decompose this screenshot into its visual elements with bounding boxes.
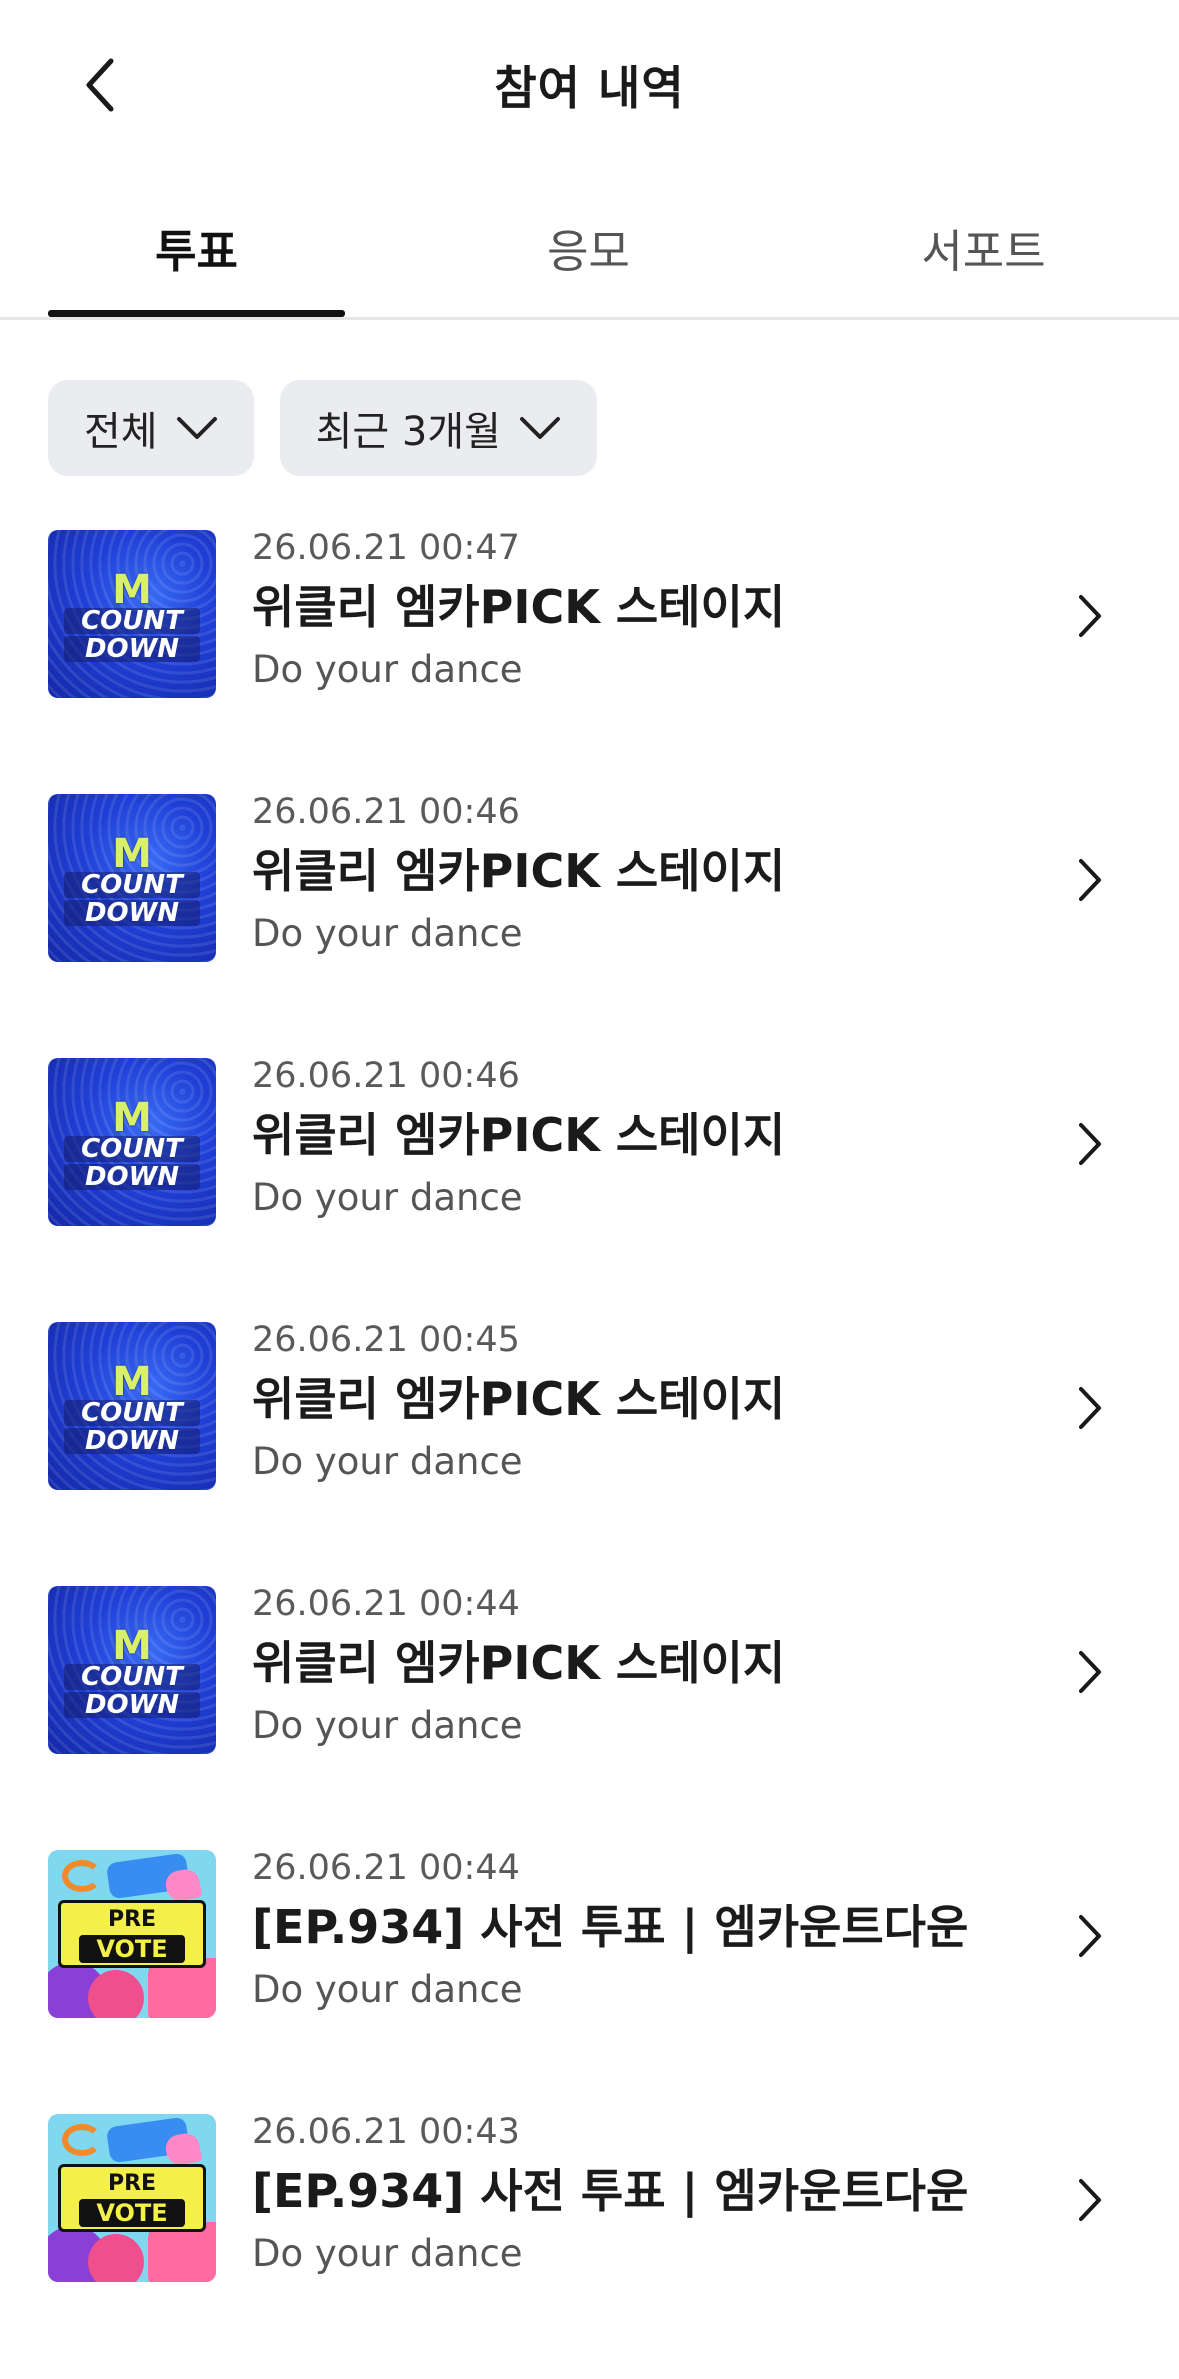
chevron-right-icon[interactable] [1070,852,1110,908]
chevron-right-icon[interactable] [1070,2172,1110,2228]
item-title: 위클리 엠카PICK 스테이지 [252,1372,786,1426]
item-title: 위클리 엠카PICK 스테이지 [252,580,786,634]
mcountdown-thumbnail: M COUNT DOWN [48,1586,216,1754]
type-filter-dropdown[interactable]: 전체 [48,380,254,476]
list-item[interactable]: M COUNT DOWN 26.06.21 00:46 위클리 엠카PICK 스테이지 D… [0,1056,1179,1322]
thumbnail-text: M [112,1095,152,1141]
chevron-down-icon [176,415,218,441]
thumbnail-text: COUNT [64,1400,200,1426]
item-date: 26.06.21 00:45 [252,1320,520,1360]
list-item[interactable]: M COUNT DOWN 26.06.21 00:47 위클리 엠카PICK 스테이지 D… [0,528,1179,794]
item-meta: 26.06.21 00:44 [EP.934] 사전 투표 | 엠카운트다운 Do … [252,1844,1052,2018]
type-filter-label: 전체 [84,409,158,455]
chevron-right-icon[interactable] [1070,1380,1110,1436]
item-title: [EP.934] 사전 투표 | 엠카운트다운 [252,1900,969,1954]
item-subtitle: Do your dance [252,1440,523,1483]
item-date: 26.06.21 00:44 [252,1848,520,1888]
thumbnail-text: M [112,831,152,877]
list-item[interactable]: PRE VOTE 26.06.21 00:44 [EP.934] 사전 투표 | 엠카… [0,1848,1179,2114]
thumbnail-text: COUNT [64,872,200,898]
item-subtitle: Do your dance [252,1176,523,1219]
thumbnail-text: M [112,567,152,613]
item-meta: 26.06.21 00:47 위클리 엠카PICK 스테이지 Do your dan… [252,524,1052,698]
active-tab-indicator [48,310,345,317]
list-item[interactable]: M COUNT DOWN 26.06.21 00:44 위클리 엠카PICK 스테이지 D… [0,1584,1179,1850]
tab-bar: 투표 응모 서포트 [0,195,1179,320]
mcountdown-thumbnail: M COUNT DOWN [48,1058,216,1226]
list-item[interactable]: M COUNT DOWN 26.06.21 00:45 위클리 엠카PICK 스테이지 D… [0,1320,1179,1586]
item-date: 26.06.21 00:46 [252,1056,520,1096]
prevote-thumbnail: PRE VOTE [48,1850,216,2018]
item-meta: 26.06.21 00:43 [EP.934] 사전 투표 | 엠카운트다운 Do … [252,2108,1052,2282]
item-date: 26.06.21 00:47 [252,528,520,568]
thumbnail-text: DOWN [64,1164,200,1190]
participation-history-screen: 참여 내역 투표 응모 서포트 전체 최근 3개월 M COUNT DOWN 26.0… [0,0,1179,2379]
chevron-right-icon[interactable] [1070,1644,1110,1700]
chevron-right-icon[interactable] [1070,1908,1110,1964]
thumbnail-text: COUNT [64,1664,200,1690]
thumbnail-text: DOWN [64,900,200,926]
item-subtitle: Do your dance [252,1968,523,2011]
thumbnail-text: PRE [107,1907,157,1932]
filter-bar: 전체 최근 3개월 [48,380,597,476]
mcountdown-thumbnail: M COUNT DOWN [48,1322,216,1490]
prevote-thumbnail: PRE VOTE [48,2114,216,2282]
thumbnail-text: VOTE [79,1935,185,1963]
item-subtitle: Do your dance [252,648,523,691]
thumbnail-text: M [112,1623,152,1669]
thumbnail-text: COUNT [64,1136,200,1162]
item-meta: 26.06.21 00:44 위클리 엠카PICK 스테이지 Do your dan… [252,1580,1052,1754]
period-filter-dropdown[interactable]: 최근 3개월 [279,380,597,476]
item-date: 26.06.21 00:43 [252,2112,520,2152]
chevron-right-icon[interactable] [1070,588,1110,644]
item-meta: 26.06.21 00:46 위클리 엠카PICK 스테이지 Do your dan… [252,788,1052,962]
thumbnail-text: DOWN [64,1428,200,1454]
period-filter-label: 최근 3개월 [315,409,501,455]
list-item[interactable]: PRE VOTE 26.06.21 00:43 [EP.934] 사전 투표 | 엠카… [0,2112,1179,2378]
item-title: [EP.934] 사전 투표 | 엠카운트다운 [252,2164,969,2218]
vote-history-list: M COUNT DOWN 26.06.21 00:47 위클리 엠카PICK 스테이지 D… [0,528,1179,2378]
thumbnail-text: COUNT [64,608,200,634]
tab-support[interactable]: 서포트 [835,215,1132,320]
tab-vote[interactable]: 투표 [48,215,345,320]
mcountdown-thumbnail: M COUNT DOWN [48,530,216,698]
page-title: 참여 내역 [494,61,685,115]
item-subtitle: Do your dance [252,912,523,955]
thumbnail-text: PRE [107,2171,157,2196]
thumbnail-text: M [112,1359,152,1405]
list-item[interactable]: M COUNT DOWN 26.06.21 00:46 위클리 엠카PICK 스테이지 D… [0,792,1179,1058]
item-title: 위클리 엠카PICK 스테이지 [252,844,786,898]
tab-entry[interactable]: 응모 [440,215,737,320]
item-title: 위클리 엠카PICK 스테이지 [252,1636,786,1690]
item-meta: 26.06.21 00:45 위클리 엠카PICK 스테이지 Do your dan… [252,1316,1052,1490]
item-subtitle: Do your dance [252,2232,523,2275]
chevron-down-icon [519,415,561,441]
thumbnail-text: DOWN [64,1692,200,1718]
thumbnail-text: VOTE [79,2199,185,2227]
item-date: 26.06.21 00:46 [252,792,520,832]
item-title: 위클리 엠카PICK 스테이지 [252,1108,786,1162]
thumbnail-text: DOWN [64,636,200,662]
chevron-right-icon[interactable] [1070,1116,1110,1172]
mcountdown-thumbnail: M COUNT DOWN [48,794,216,962]
item-date: 26.06.21 00:44 [252,1584,520,1624]
header: 참여 내역 [0,0,1179,170]
item-meta: 26.06.21 00:46 위클리 엠카PICK 스테이지 Do your dan… [252,1052,1052,1226]
item-subtitle: Do your dance [252,1704,523,1747]
